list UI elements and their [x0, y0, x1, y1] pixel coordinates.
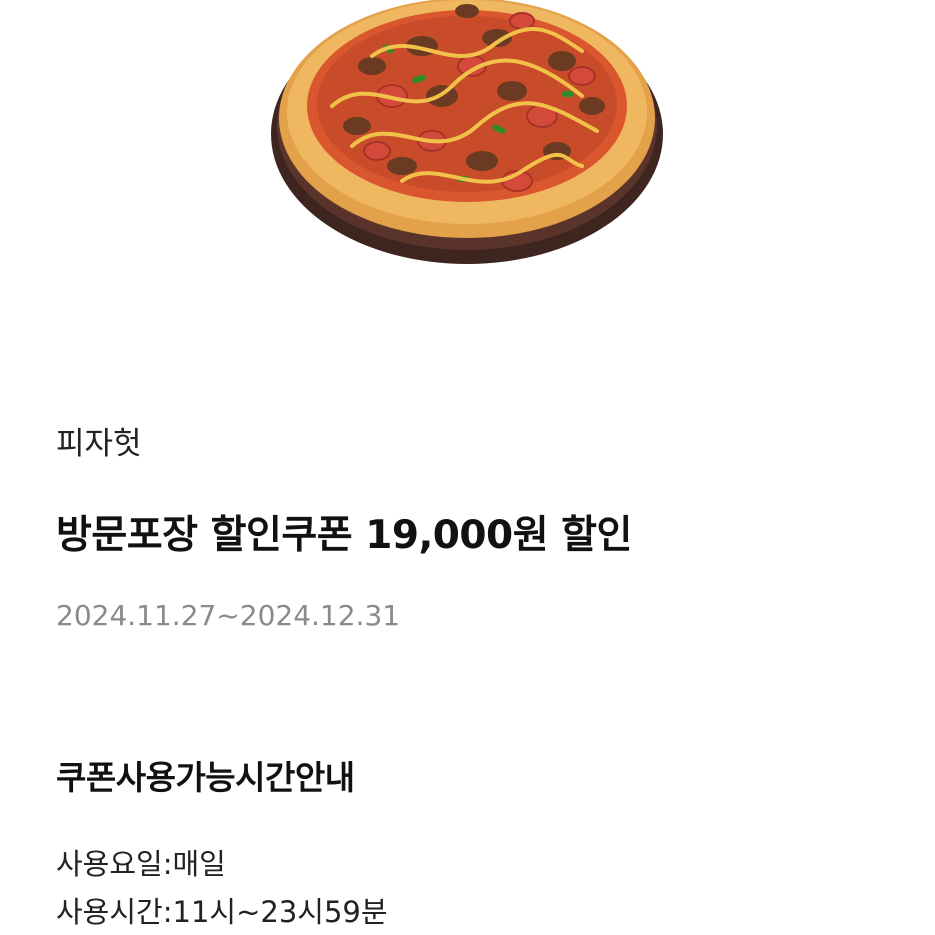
usage-time: 사용시간:11시~23시59분 [56, 895, 388, 929]
brand-name: 피자헛 [56, 426, 142, 462]
usage-info-heading: 쿠폰사용가능시간안내 [56, 758, 355, 797]
pizza-image [262, 0, 672, 276]
usage-day: 사용요일:매일 [56, 847, 226, 881]
pizza-illustration [271, 0, 663, 264]
coupon-validity-period: 2024.11.27~2024.12.31 [56, 599, 401, 632]
coupon-title: 방문포장 할인쿠폰 19,000원 할인 [56, 513, 632, 558]
